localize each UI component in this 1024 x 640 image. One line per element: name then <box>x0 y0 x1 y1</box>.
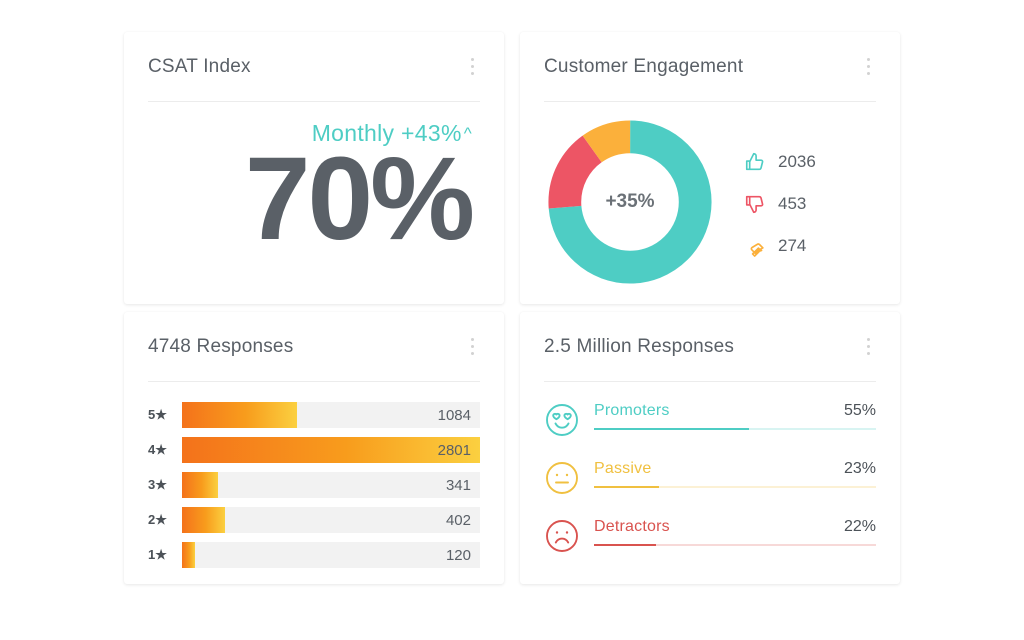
card-header: 4748 Responses <box>148 312 480 382</box>
bar-track: 341 <box>182 472 480 498</box>
bar-track: 1084 <box>182 402 480 428</box>
card-header: CSAT Index <box>148 32 480 102</box>
kebab-dot <box>470 72 474 75</box>
nps-row-body: Passive 23% <box>594 458 876 488</box>
nps-percent-value: 55% <box>843 402 876 419</box>
kebab-dot <box>866 345 870 348</box>
bar-category-label: 4★ <box>148 442 167 457</box>
nps-row-header: Detractors 22% <box>594 518 876 536</box>
heart-eyes-face-icon <box>544 402 580 438</box>
nps-progress-track <box>594 486 876 488</box>
kebab-dot <box>866 352 870 355</box>
nps-row-body: Detractors 22% <box>594 516 876 546</box>
bar-row: 3★ 341 <box>148 472 480 498</box>
csat-body: Monthly +43% ^ 70% <box>148 102 480 265</box>
bar-value-label: 341 <box>445 476 471 494</box>
bar-category-label: 3★ <box>148 477 167 492</box>
legend-item: 2036 <box>744 151 816 173</box>
bar-category-label: 2★ <box>148 512 167 527</box>
csat-value: 70% <box>244 133 475 265</box>
bar-row: 2★ 402 <box>148 507 480 533</box>
bar-fill <box>182 472 219 498</box>
kebab-dot <box>866 72 870 75</box>
donut-chart: +35% <box>544 116 716 288</box>
kebab-menu-icon[interactable] <box>860 335 876 359</box>
bar-fill <box>182 437 480 463</box>
kebab-dot <box>470 58 474 61</box>
bar-track: 120 <box>182 542 480 568</box>
legend-item: 453 <box>744 193 816 215</box>
bar-value-label: 120 <box>445 546 471 564</box>
bar-value-label: 2801 <box>437 441 471 459</box>
card-nps-responses: 2.5 Million Responses Promoters 55% Passiv… <box>520 312 900 584</box>
bar-value-label: 402 <box>445 511 471 529</box>
bar-value-label: 1084 <box>437 406 471 424</box>
frowning-face-icon <box>544 518 580 554</box>
engagement-body: +35% 2036 453 274 <box>544 102 876 288</box>
nps-breakdown-list: Promoters 55% Passive 23% Detractors 22% <box>544 382 876 554</box>
bar-track: 402 <box>182 507 480 533</box>
thumbs-down-icon <box>744 193 766 215</box>
kebab-dot <box>866 65 870 68</box>
page-title: 2.5 Million Responses <box>544 335 735 357</box>
bar-fill <box>182 507 225 533</box>
dashboard-grid: CSAT Index Monthly +43% ^ 70% Customer En… <box>124 32 900 584</box>
nps-progress-fill <box>594 486 659 488</box>
bar-row: 1★ 120 <box>148 542 480 568</box>
kebab-dot <box>866 338 870 341</box>
bar-row: 5★ 1084 <box>148 402 480 428</box>
bar-fill <box>182 542 195 568</box>
nps-progress-track <box>594 428 876 430</box>
nps-progress-fill <box>594 544 657 546</box>
trend-up-caret-icon: ^ <box>463 124 472 143</box>
kebab-dot <box>866 58 870 61</box>
nps-category-label: Promoters <box>594 402 670 419</box>
neutral-face-icon <box>544 460 580 496</box>
page-title: CSAT Index <box>148 55 251 77</box>
kebab-menu-icon[interactable] <box>464 55 480 79</box>
nps-progress-track <box>594 544 876 546</box>
nps-progress-fill <box>594 428 750 430</box>
nps-percent-value: 22% <box>843 518 876 535</box>
bar-row: 4★ 2801 <box>148 437 480 463</box>
nps-row: Detractors 22% <box>544 516 876 554</box>
nps-row-body: Promoters 55% <box>594 400 876 430</box>
legend-value: 2036 <box>778 152 816 171</box>
thumbs-sideways-icon <box>744 235 766 257</box>
nps-percent-value: 23% <box>843 460 876 477</box>
nps-row: Promoters 55% <box>544 400 876 438</box>
nps-category-label: Passive <box>594 460 652 477</box>
kebab-dot <box>470 352 474 355</box>
bar-fill <box>182 402 298 428</box>
kebab-menu-icon[interactable] <box>860 55 876 79</box>
kebab-dot <box>470 65 474 68</box>
kebab-dot <box>470 338 474 341</box>
bar-category-label: 1★ <box>148 547 167 562</box>
bar-track: 2801 <box>182 437 480 463</box>
nps-row-header: Passive 23% <box>594 460 876 478</box>
nps-row-header: Promoters 55% <box>594 402 876 420</box>
nps-row: Passive 23% <box>544 458 876 496</box>
star-rating-bar-chart: 5★ 1084 4★ 2801 3★ 341 2★ 402 1★ 120 <box>148 382 480 568</box>
donut-center-value: +35% <box>605 191 655 212</box>
page-title: 4748 Responses <box>148 335 294 357</box>
legend-value: 453 <box>778 194 807 213</box>
page-title: Customer Engagement <box>544 55 744 77</box>
card-star-responses: 4748 Responses 5★ 1084 4★ 2801 3★ 341 2★ 402 1★ 1… <box>124 312 504 584</box>
card-csat-index: CSAT Index Monthly +43% ^ 70% <box>124 32 504 304</box>
thumbs-up-icon <box>744 151 766 173</box>
legend-item: 274 <box>744 235 816 257</box>
card-header: 2.5 Million Responses <box>544 312 876 382</box>
card-customer-engagement: Customer Engagement +35% 2036 453 274 <box>520 32 900 304</box>
donut-legend: 2036 453 274 <box>744 147 816 257</box>
card-header: Customer Engagement <box>544 32 876 102</box>
kebab-menu-icon[interactable] <box>464 335 480 359</box>
legend-value: 274 <box>778 236 807 255</box>
nps-category-label: Detractors <box>594 518 670 535</box>
kebab-dot <box>470 345 474 348</box>
bar-category-label: 5★ <box>148 407 167 422</box>
